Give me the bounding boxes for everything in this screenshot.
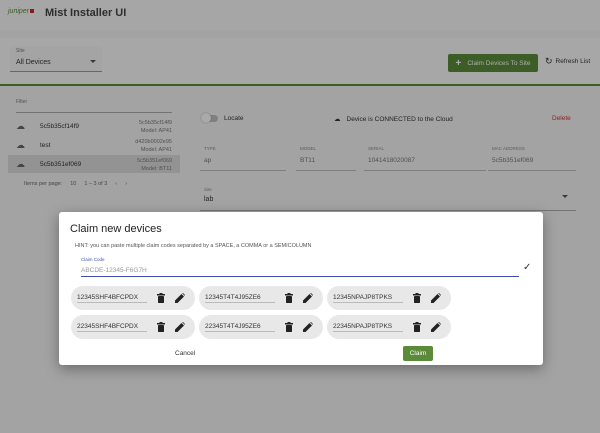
- claim-button[interactable]: Claim: [403, 346, 433, 361]
- claim-code-text: 12345SHF4BFCPDX: [77, 294, 147, 303]
- claim-code-chip: 12345SHF4BFCPDX: [71, 286, 195, 310]
- pencil-icon[interactable]: [431, 293, 441, 303]
- claim-code-text: 12345T4T4J95ZE6: [205, 294, 275, 303]
- claim-code-input[interactable]: [81, 265, 511, 276]
- trash-icon[interactable]: [413, 293, 421, 303]
- pencil-icon[interactable]: [175, 322, 185, 332]
- claim-code-chip: 22345SHF4BFCPDX: [71, 315, 195, 339]
- cancel-button[interactable]: Cancel: [175, 350, 195, 357]
- claim-code-text: 22345T4T4J95ZE6: [205, 323, 275, 332]
- dialog-title: Claim new devices: [70, 223, 162, 235]
- claim-code-field: Claim Code: [81, 257, 519, 277]
- trash-icon[interactable]: [285, 322, 293, 332]
- trash-icon[interactable]: [157, 293, 165, 303]
- trash-icon[interactable]: [157, 322, 165, 332]
- pencil-icon[interactable]: [303, 293, 313, 303]
- pencil-icon[interactable]: [303, 322, 313, 332]
- claim-code-text: 22345SHF4BFCPDX: [77, 323, 147, 332]
- claim-code-chip: 22345T4T4J95ZE6: [199, 315, 323, 339]
- pencil-icon[interactable]: [175, 293, 185, 303]
- claim-code-chip: 22345NPAJP8TPKS: [327, 315, 451, 339]
- trash-icon[interactable]: [413, 322, 421, 332]
- claim-code-chip: 12345NPAJP8TPKS: [327, 286, 451, 310]
- trash-icon[interactable]: [285, 293, 293, 303]
- claim-devices-dialog: Claim new devices HINT: you can paste mu…: [59, 212, 543, 365]
- claim-code-chip: 12345T4T4J95ZE6: [199, 286, 323, 310]
- claim-code-text: 22345NPAJP8TPKS: [333, 323, 403, 332]
- claim-code-text: 12345NPAJP8TPKS: [333, 294, 403, 303]
- dialog-hint: HINT: you can paste multiple claim codes…: [75, 243, 312, 249]
- claim-code-label: Claim Code: [81, 257, 105, 262]
- pencil-icon[interactable]: [431, 322, 441, 332]
- check-icon[interactable]: ✓: [523, 262, 531, 273]
